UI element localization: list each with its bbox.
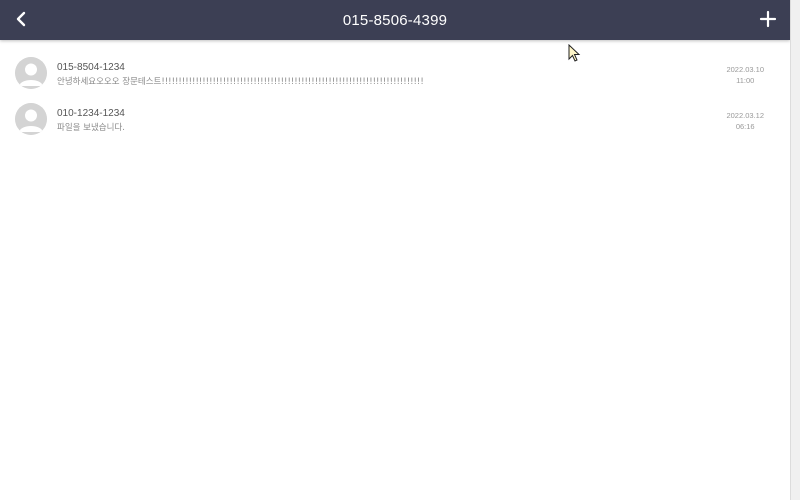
back-button[interactable] xyxy=(12,9,32,29)
message-date: 2022.03.10 xyxy=(726,65,764,74)
list-item[interactable]: 015-8504-1234 안녕하세요오오오 장문테스트!!!!!!!!!!!!… xyxy=(0,50,790,96)
user-icon xyxy=(15,57,47,89)
message-preview: 안녕하세요오오오 장문테스트!!!!!!!!!!!!!!!!!!!!!!!!!!… xyxy=(57,77,424,87)
user-icon xyxy=(15,103,47,135)
sender-number: 015-8504-1234 xyxy=(57,62,125,73)
avatar xyxy=(15,103,47,135)
message-time: 11:00 xyxy=(736,76,755,85)
scrollbar[interactable] xyxy=(790,0,800,500)
plus-icon xyxy=(759,10,777,28)
message-timestamp: 2022.03.12 06:16 xyxy=(726,110,764,132)
message-preview: 파일을 보냈습니다. xyxy=(57,123,125,133)
mouse-cursor-icon xyxy=(568,44,581,62)
sender-number: 010-1234-1234 xyxy=(57,108,125,119)
message-timestamp: 2022.03.10 11:00 xyxy=(726,64,764,86)
app-window: 015-8506-4399 015-8504-1234 안녕하세요오오오 장문테… xyxy=(0,0,790,500)
page-title: 015-8506-4399 xyxy=(342,11,448,29)
add-button[interactable] xyxy=(758,9,778,29)
message-time: 06:16 xyxy=(735,122,755,131)
top-bar: 015-8506-4399 xyxy=(0,0,790,40)
message-date: 2022.03.12 xyxy=(726,111,764,120)
avatar xyxy=(15,57,47,89)
chevron-left-icon xyxy=(16,11,26,27)
list-item[interactable]: 010-1234-1234 파일을 보냈습니다. 2022.03.12 06:1… xyxy=(0,96,790,142)
message-list: 015-8504-1234 안녕하세요오오오 장문테스트!!!!!!!!!!!!… xyxy=(0,50,790,142)
